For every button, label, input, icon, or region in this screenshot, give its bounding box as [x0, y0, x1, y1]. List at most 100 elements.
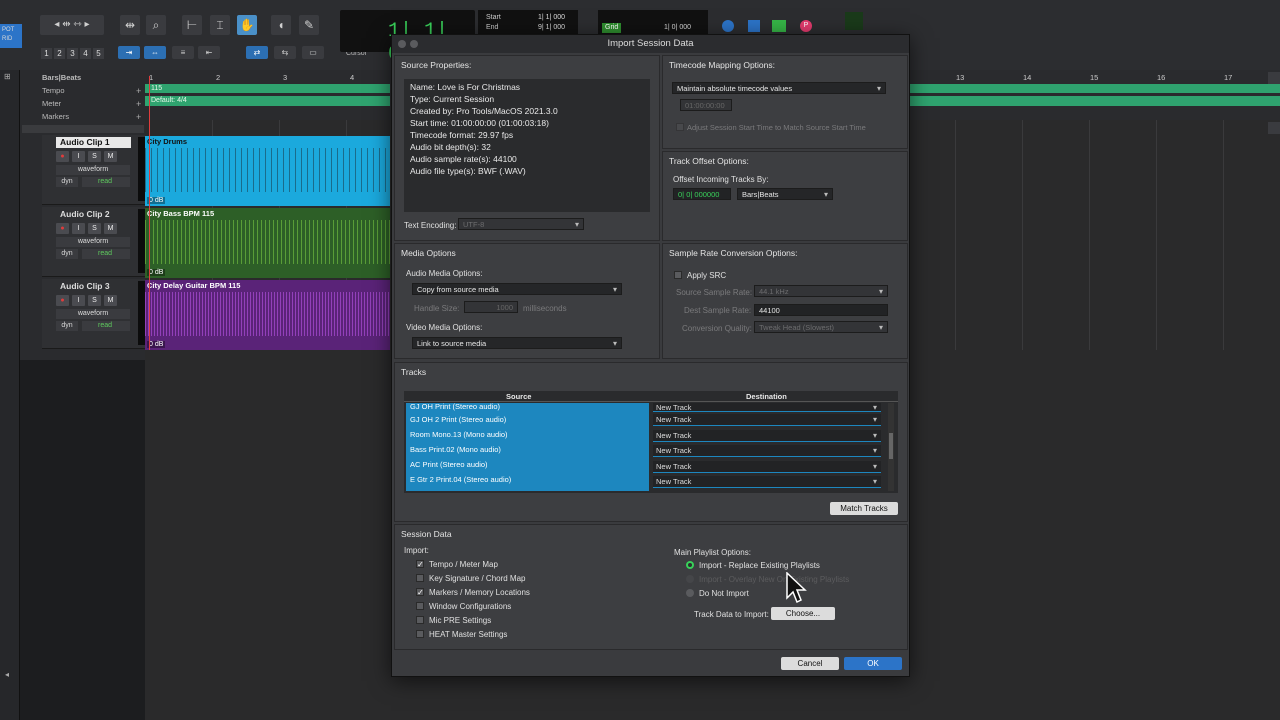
table-row-destination[interactable]: New Track	[653, 445, 881, 457]
meter-label[interactable]: Meter	[42, 99, 61, 108]
adjust-start-time-checkbox[interactable]	[676, 123, 684, 131]
trim-tool-icon[interactable]: ⊢	[182, 15, 202, 35]
grid-label[interactable]: Grid	[602, 23, 622, 33]
key-signature-checkbox[interactable]	[416, 574, 424, 582]
track-view-selector[interactable]: waveform	[56, 237, 130, 247]
match-tracks-button[interactable]: Match Tracks	[830, 502, 898, 515]
tempo-add-icon[interactable]: +	[136, 86, 141, 96]
track-name[interactable]: Audio Clip 1	[56, 137, 131, 148]
tracks-scrollbar[interactable]	[888, 403, 894, 491]
table-row-destination[interactable]: New Track	[653, 414, 881, 426]
track-header-audio-clip-2[interactable]: Audio Clip 2 ● I S M waveform dyn read	[42, 207, 160, 277]
heat-master-checkbox[interactable]	[416, 630, 424, 638]
tab-to-transient-icon[interactable]: ⇥	[118, 46, 140, 59]
mute-button[interactable]: M	[104, 151, 117, 162]
record-arm-icon[interactable]: ●	[56, 295, 69, 306]
link-track-icon[interactable]: ≡	[172, 46, 194, 59]
dyn-button[interactable]: dyn	[56, 177, 78, 187]
offset-unit-dropdown[interactable]: Bars|Beats	[737, 188, 833, 201]
solo-button[interactable]: S	[88, 223, 101, 234]
window-configurations-checkbox[interactable]	[416, 602, 424, 610]
tempo-label[interactable]: Tempo	[42, 86, 65, 95]
scroll-icon[interactable]	[1268, 122, 1280, 134]
track-header-audio-clip-1[interactable]: Audio Clip 1 ● I S M waveform dyn read	[42, 135, 160, 205]
table-row-destination[interactable]: New Track	[653, 476, 881, 488]
overlay-playlists-radio[interactable]	[686, 575, 694, 583]
track-header-audio-clip-3[interactable]: Audio Clip 3 ● I S M waveform dyn read	[42, 279, 160, 349]
zoom-preset-5[interactable]: 5	[93, 48, 104, 59]
loop-icon[interactable]	[722, 20, 734, 32]
meter-ruler-lane[interactable]: Default: 4/4	[145, 96, 390, 106]
replace-playlists-radio[interactable]	[686, 561, 694, 569]
zoom-icon[interactable]: ⌕	[146, 15, 166, 35]
conversion-quality-dropdown[interactable]: Tweak Head (Slowest)	[754, 321, 888, 334]
choose-button[interactable]: Choose...	[771, 607, 835, 620]
table-row-source[interactable]: GJ OH Print (Stereo audio)	[406, 403, 649, 412]
source-sample-rate-dropdown[interactable]: 44.1 kHz	[754, 285, 888, 298]
mirror-midi-icon[interactable]: ⇄	[246, 46, 268, 59]
window-config-icon[interactable]: ▭	[302, 46, 324, 59]
edit-window-menu-icon[interactable]: ⊞	[4, 72, 11, 81]
timecode-start-field[interactable]: 01:00:00:00	[680, 99, 732, 111]
text-encoding-dropdown[interactable]: UTF-8	[458, 218, 584, 231]
table-row-source[interactable]: Room Mono.13 (Mono audio)	[406, 427, 649, 442]
markers-label[interactable]: Markers	[42, 112, 69, 121]
dest-sample-rate-field[interactable]: 44100	[754, 304, 888, 316]
marker-add-icon[interactable]: +	[136, 112, 141, 122]
automation-mode[interactable]: read	[82, 321, 130, 331]
prerecord-icon[interactable]: P	[800, 20, 812, 32]
table-row-destination[interactable]: New Track	[653, 430, 881, 442]
cancel-button[interactable]: Cancel	[781, 657, 839, 670]
automation-mode[interactable]: read	[82, 177, 130, 187]
do-not-import-radio[interactable]	[686, 589, 694, 597]
dyn-button[interactable]: dyn	[56, 249, 78, 259]
zoom-preset-2[interactable]: 2	[54, 48, 65, 59]
table-row-source[interactable]: GJ OH 2 Print (Stereo audio)	[406, 412, 649, 427]
input-monitor-button[interactable]: I	[72, 223, 85, 234]
record-arm-icon[interactable]: ●	[56, 223, 69, 234]
table-row-source[interactable]: E Gtr 2 Print.04 (Stereo audio)	[406, 472, 649, 491]
track-view-selector[interactable]: waveform	[56, 165, 130, 175]
scrollbar-thumb[interactable]	[889, 433, 893, 459]
minimize-icon[interactable]	[410, 40, 418, 48]
grabber-tool-icon[interactable]: ✋	[237, 15, 257, 35]
selector-tool-icon[interactable]: ⌶	[210, 15, 230, 35]
zoom-preset-1[interactable]: 1	[41, 48, 52, 59]
stop-icon[interactable]	[748, 20, 760, 32]
markers-checkbox[interactable]: ✓	[416, 588, 424, 597]
audio-clip-city-bass[interactable]: City Bass BPM 115 0 dB	[145, 208, 390, 278]
mute-button[interactable]: M	[104, 295, 117, 306]
close-icon[interactable]	[398, 40, 406, 48]
online-icon[interactable]	[772, 20, 786, 32]
solo-button[interactable]: S	[88, 295, 101, 306]
solo-button[interactable]: S	[88, 151, 101, 162]
table-row-source[interactable]: AC Print (Stereo audio)	[406, 457, 649, 472]
ok-button[interactable]: OK	[844, 657, 902, 670]
pencil-tool-icon[interactable]: ✎	[299, 15, 319, 35]
record-arm-icon[interactable]: ●	[56, 151, 69, 162]
timecode-mapping-dropdown[interactable]: Maintain absolute timecode values	[672, 82, 886, 95]
table-row-source[interactable]: Bass Print.02 (Mono audio)	[406, 442, 649, 457]
dyn-button[interactable]: dyn	[56, 321, 78, 331]
mute-button[interactable]: M	[104, 223, 117, 234]
keyboard-focus-icon[interactable]: ⇆	[274, 46, 296, 59]
audio-media-dropdown[interactable]: Copy from source media	[412, 283, 622, 296]
playhead[interactable]	[149, 76, 150, 350]
apply-src-checkbox[interactable]	[674, 271, 682, 279]
zoom-toggle-icon[interactable]: ⇹	[120, 15, 140, 35]
table-row-destination[interactable]: New Track	[653, 461, 881, 473]
start-value[interactable]: 1| 1| 000	[538, 14, 565, 21]
meter-add-icon[interactable]: +	[136, 99, 141, 109]
zoom-preset-3[interactable]: 3	[67, 48, 78, 59]
link-selection-icon[interactable]: ⇔	[144, 46, 166, 59]
video-media-dropdown[interactable]: Link to source media	[412, 337, 622, 350]
mic-pre-checkbox[interactable]	[416, 616, 424, 624]
zoom-in-icon[interactable]	[1268, 72, 1280, 84]
scrub-tool-icon[interactable]: ◖	[271, 15, 291, 35]
collapse-icon[interactable]: ◂	[5, 670, 9, 679]
track-name[interactable]: Audio Clip 2	[56, 209, 131, 220]
pot-grid-indicator[interactable]: POT RID	[0, 24, 22, 48]
offset-value-field[interactable]: 0| 0| 000000	[673, 188, 731, 200]
tempo-meter-checkbox[interactable]: ✓	[416, 560, 424, 569]
end-value[interactable]: 9| 1| 000	[538, 24, 565, 31]
